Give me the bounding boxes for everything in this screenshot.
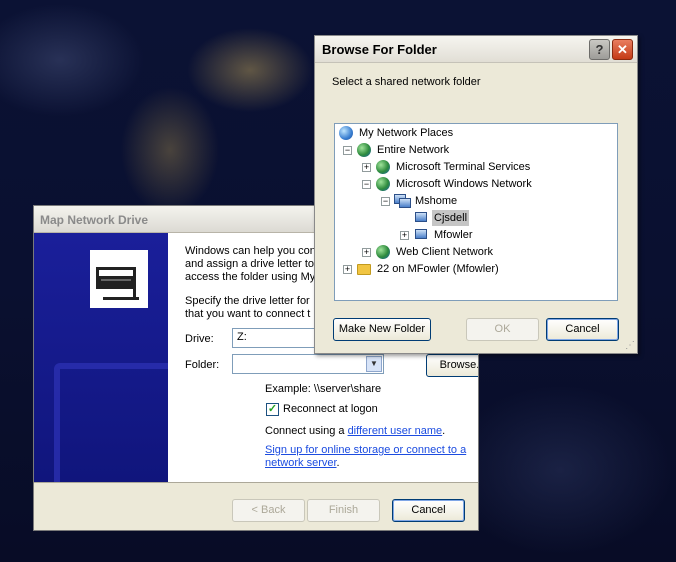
chevron-down-icon[interactable]: ▼ (366, 356, 382, 372)
folder-icon (356, 261, 372, 277)
cancel-button[interactable]: Cancel (392, 499, 465, 522)
connect-suffix: . (442, 425, 446, 437)
browse-for-folder-dialog: Browse For Folder ? ✕ Select a shared ne… (314, 35, 638, 354)
globe-icon (375, 244, 391, 260)
tree-item-label: Mshome (415, 195, 458, 207)
expand-icon[interactable]: + (400, 231, 409, 240)
tree-item-label: Web Client Network (396, 246, 493, 258)
specify-line-1: Specify the drive letter for (185, 295, 310, 307)
signup-link-line-1[interactable]: Sign up for online storage or connect to… (265, 444, 466, 457)
browse-dialog-titlebar[interactable]: Browse For Folder ? ✕ (315, 36, 637, 63)
connect-using-text: Connect using a different user name. (265, 425, 445, 438)
ok-button[interactable]: OK (466, 318, 539, 341)
close-icon[interactable]: ✕ (612, 39, 633, 60)
window-title: Map Network Drive (40, 213, 149, 227)
signup-link[interactable]: Sign up for online storage or connect to… (265, 444, 466, 456)
expand-icon[interactable]: + (362, 248, 371, 257)
globe-icon (356, 142, 372, 158)
dialog-title: Browse For Folder (322, 42, 437, 57)
tree-item-label: My Network Places (359, 127, 454, 139)
cancel-button[interactable]: Cancel (546, 318, 619, 341)
resize-grip-icon[interactable]: ⋰ (625, 340, 635, 351)
reconnect-label: Reconnect at logon (283, 403, 378, 415)
back-button[interactable]: < Back (232, 499, 305, 522)
tree-item-label: Entire Network (377, 144, 450, 156)
computer-icon (413, 227, 429, 243)
network-drive-icon (90, 250, 148, 308)
collapse-icon[interactable]: − (343, 146, 352, 155)
folder-combobox[interactable]: ▼ (232, 354, 384, 374)
reconnect-checkbox[interactable]: ✓ (266, 403, 279, 416)
help-icon[interactable]: ? (589, 39, 610, 60)
signup-link-continued[interactable]: network server (265, 457, 337, 469)
collapse-icon[interactable]: − (381, 197, 390, 206)
browse-button[interactable]: Browse... (426, 354, 478, 377)
network-places-icon (338, 125, 354, 141)
folder-label: Folder: (185, 359, 220, 371)
drive-label: Drive: (185, 333, 214, 345)
tree-item-label: Microsoft Terminal Services (396, 161, 531, 173)
folder-tree[interactable]: My Network Places − Entire Network + Mic… (334, 123, 618, 301)
different-user-name-link[interactable]: different user name (348, 425, 443, 437)
tree-item-label: Cjsdell (432, 210, 470, 226)
expand-icon[interactable]: + (343, 265, 352, 274)
make-new-folder-button[interactable]: Make New Folder (333, 318, 431, 341)
example-text: Example: \\server\share (265, 383, 382, 395)
tree-item-label: Mfowler (434, 229, 473, 241)
workgroup-icon (394, 193, 411, 209)
finish-button[interactable]: Finish (307, 499, 380, 522)
globe-icon (375, 176, 391, 192)
tree-item-label: 22 on MFowler (Mfowler) (377, 263, 499, 275)
globe-icon (375, 159, 391, 175)
intro-line-1: Windows can help you conn (185, 245, 322, 257)
drive-value: Z: (237, 331, 247, 343)
dialog-prompt: Select a shared network folder (332, 76, 481, 88)
signup-link-line-2[interactable]: network server. (265, 457, 340, 470)
expand-icon[interactable]: + (362, 163, 371, 172)
wizard-banner (34, 233, 168, 482)
intro-line-2: and assign a drive letter to (185, 258, 315, 270)
computer-icon (413, 210, 429, 226)
collapse-icon[interactable]: − (362, 180, 371, 189)
connect-prefix: Connect using a (265, 425, 348, 437)
specify-line-2: that you want to connect t (185, 308, 311, 320)
tree-item-label: Microsoft Windows Network (396, 178, 532, 190)
wizard-footer: < Back Finish Cancel (34, 482, 478, 530)
banner-decoration (54, 363, 168, 482)
signup-suffix: . (336, 457, 340, 469)
intro-line-3: access the folder using My (185, 271, 316, 283)
